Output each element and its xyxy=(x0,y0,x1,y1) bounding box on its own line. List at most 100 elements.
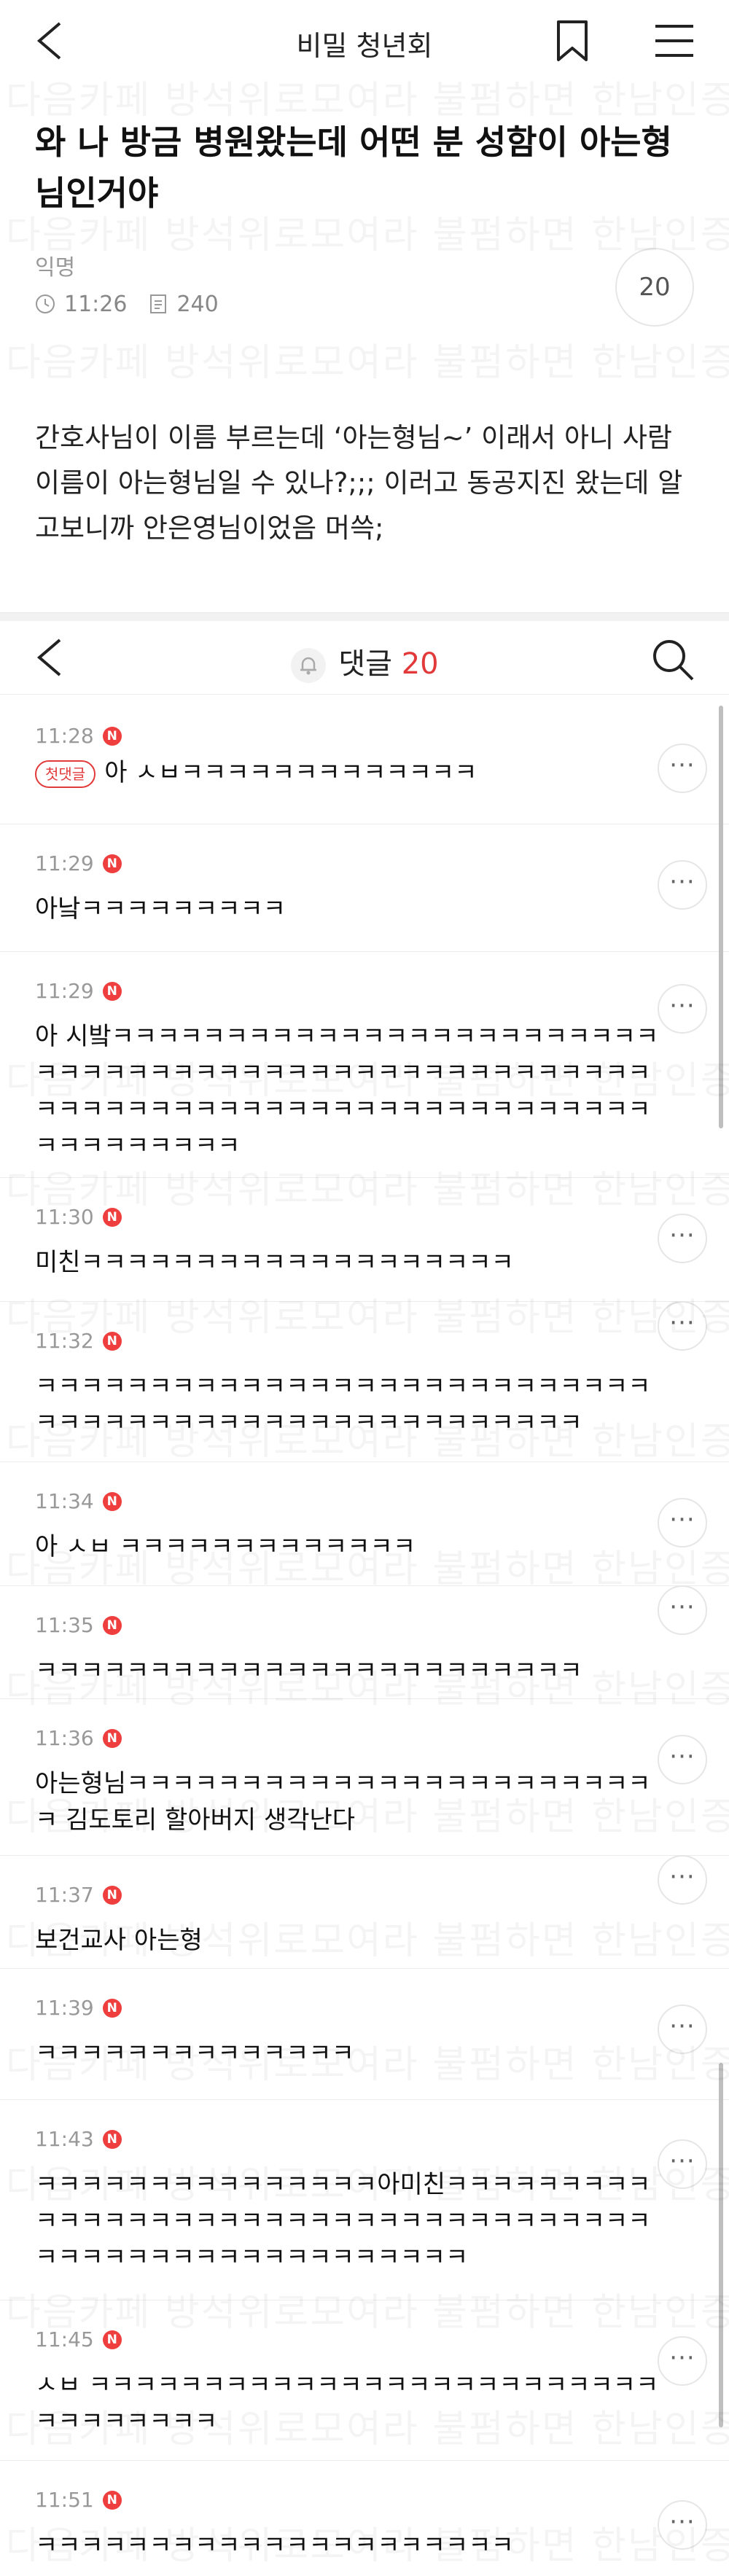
comment-time: 11:43 N xyxy=(35,2127,122,2151)
new-badge-icon: N xyxy=(102,2490,122,2510)
new-badge-icon: N xyxy=(102,854,122,873)
first-comment-badge: 첫댓글 xyxy=(35,760,96,788)
comment-text-wrap: 보건교사 아는형 xyxy=(35,1922,662,1959)
comments-title: 댓글 20 xyxy=(0,640,729,684)
comment-text: 아낰ㅋㅋㅋㅋㅋㅋㅋㅋㅋ xyxy=(35,894,286,924)
comment-text: 미친ㅋㅋㅋㅋㅋㅋㅋㅋㅋㅋㅋㅋㅋㅋㅋㅋㅋㅋㅋ xyxy=(35,1248,514,1277)
comment-time: 11:28 N xyxy=(35,724,122,748)
comment-text: ㅅㅂ ㅋㅋㅋㅋㅋㅋㅋㅋㅋㅋㅋㅋㅋㅋㅋㅋㅋㅋㅋㅋㅋㅋㅋㅋㅋㅋㅋㅋㅋㅋㅋㅋㅋ xyxy=(35,2370,659,2436)
comment-text: ㅋㅋㅋㅋㅋㅋㅋㅋㅋㅋㅋㅋㅋㅋㅋㅋㅋㅋㅋㅋㅋㅋㅋㅋㅋㅋㅋㅋㅋㅋㅋㅋㅋㅋㅋㅋㅋㅋㅋㅋ… xyxy=(35,1372,651,1437)
comment-time: 11:29 N xyxy=(35,979,122,1003)
bell-icon[interactable] xyxy=(290,647,327,684)
comment-text-wrap: ㅅㅂ ㅋㅋㅋㅋㅋㅋㅋㅋㅋㅋㅋㅋㅋㅋㅋㅋㅋㅋㅋㅋㅋㅋㅋㅋㅋㅋㅋㅋㅋㅋㅋㅋㅋ xyxy=(35,2367,662,2440)
comment-text: ㅋㅋㅋㅋㅋㅋㅋㅋㅋㅋㅋㅋㅋㅋㅋ아미친ㅋㅋㅋㅋㅋㅋㅋㅋㅋㅋㅋㅋㅋㅋㅋㅋㅋㅋㅋㅋㅋㅋ… xyxy=(35,2170,651,2272)
comment-time-text: 11:45 xyxy=(35,2327,94,2351)
more-options-button[interactable]: ··· xyxy=(658,860,707,910)
comment-text-wrap: 아 ㅅㅂ ㅋㅋㅋㅋㅋㅋㅋㅋㅋㅋㅋㅋㅋ xyxy=(35,1529,662,1565)
comment-text-wrap: ㅋㅋㅋㅋㅋㅋㅋㅋㅋㅋㅋㅋㅋㅋㅋㅋㅋㅋㅋㅋㅋㅋㅋㅋ xyxy=(35,1652,662,1689)
more-options-button[interactable]: ··· xyxy=(658,984,707,1034)
comment-text-wrap: 미친ㅋㅋㅋㅋㅋㅋㅋㅋㅋㅋㅋㅋㅋㅋㅋㅋㅋㅋㅋ xyxy=(35,1244,662,1281)
comment-time-text: 11:34 xyxy=(35,1489,94,1513)
comment-text: ㅋㅋㅋㅋㅋㅋㅋㅋㅋㅋㅋㅋㅋㅋ xyxy=(35,2039,354,2068)
comment-text: 보건교사 아는형 xyxy=(35,1926,203,1955)
comment-item: 11:35 N ㅋㅋㅋㅋㅋㅋㅋㅋㅋㅋㅋㅋㅋㅋㅋㅋㅋㅋㅋㅋㅋㅋㅋㅋ ··· xyxy=(0,1585,729,1699)
comment-item: 11:29 N 아낰ㅋㅋㅋㅋㅋㅋㅋㅋㅋ ··· xyxy=(0,824,729,952)
more-options-button[interactable]: ··· xyxy=(658,1585,707,1635)
top-bar: 비밀 청년회 xyxy=(0,0,729,80)
comment-time-text: 11:36 xyxy=(35,1726,94,1750)
comment-text-wrap: 아낰ㅋㅋㅋㅋㅋㅋㅋㅋㅋ xyxy=(35,891,662,927)
comment-item: 11:43 N ㅋㅋㅋㅋㅋㅋㅋㅋㅋㅋㅋㅋㅋㅋㅋ아미친ㅋㅋㅋㅋㅋㅋㅋㅋㅋㅋㅋㅋㅋㅋㅋㅋ… xyxy=(0,2099,729,2300)
comment-text: 아 시밬ㅋㅋㅋㅋㅋㅋㅋㅋㅋㅋㅋㅋㅋㅋㅋㅋㅋㅋㅋㅋㅋㅋㅋㅋㅋㅋㅋㅋㅋㅋㅋㅋㅋㅋㅋㅋ… xyxy=(35,1022,659,1160)
comment-text: 아 ㅅㅂㅋㅋㅋㅋㅋㅋㅋㅋㅋㅋㅋㅋㅋ xyxy=(104,758,477,787)
comment-text-wrap: ㅋㅋㅋㅋㅋㅋㅋㅋㅋㅋㅋㅋㅋㅋㅋㅋㅋㅋㅋㅋㅋㅋㅋㅋㅋㅋㅋㅋㅋㅋㅋㅋㅋㅋㅋㅋㅋㅋㅋㅋ… xyxy=(35,1368,662,1441)
more-options-button[interactable]: ··· xyxy=(658,1735,707,1784)
comment-time-text: 11:29 xyxy=(35,851,94,875)
comment-item: 11:28 N 첫댓글 아 ㅅㅂㅋㅋㅋㅋㅋㅋㅋㅋㅋㅋㅋㅋㅋ ··· xyxy=(0,696,729,824)
new-badge-icon: N xyxy=(102,1998,122,2018)
new-badge-icon: N xyxy=(102,981,122,1001)
post-body: 간호사님이 이름 부르는데 ‘아는형님~’ 이래서 아니 사람 이름이 아는형님… xyxy=(35,422,683,544)
comment-text-wrap: ㅋㅋㅋㅋㅋㅋㅋㅋㅋㅋㅋㅋㅋㅋㅋ아미친ㅋㅋㅋㅋㅋㅋㅋㅋㅋㅋㅋㅋㅋㅋㅋㅋㅋㅋㅋㅋㅋㅋ… xyxy=(35,2166,662,2276)
comment-time: 11:37 N xyxy=(35,1883,122,1907)
more-options-button[interactable]: ··· xyxy=(658,1301,707,1351)
comment-time-text: 11:43 xyxy=(35,2127,94,2151)
comment-item: 11:30 N 미친ㅋㅋㅋㅋㅋㅋㅋㅋㅋㅋㅋㅋㅋㅋㅋㅋㅋㅋㅋ ··· xyxy=(0,1177,729,1302)
menu-icon[interactable] xyxy=(652,22,696,60)
comment-text-wrap: ㅋㅋㅋㅋㅋㅋㅋㅋㅋㅋㅋㅋㅋㅋㅋㅋㅋㅋㅋㅋㅋ xyxy=(35,2527,662,2564)
comment-item: 11:51 N ㅋㅋㅋㅋㅋㅋㅋㅋㅋㅋㅋㅋㅋㅋㅋㅋㅋㅋㅋㅋㅋ ··· xyxy=(0,2460,729,2576)
comments-count: 20 xyxy=(401,647,439,681)
comments-label: 댓글 xyxy=(338,647,392,681)
watermark-text: 다음카페 방석위로모여라 불펌하면 한남인증 xyxy=(6,332,729,386)
new-badge-icon: N xyxy=(102,1491,122,1511)
more-options-button[interactable]: ··· xyxy=(658,2500,707,2550)
more-options-button[interactable]: ··· xyxy=(658,2139,707,2189)
new-badge-icon: N xyxy=(102,2129,122,2149)
comment-text-wrap: 아 시밬ㅋㅋㅋㅋㅋㅋㅋㅋㅋㅋㅋㅋㅋㅋㅋㅋㅋㅋㅋㅋㅋㅋㅋㅋㅋㅋㅋㅋㅋㅋㅋㅋㅋㅋㅋㅋ… xyxy=(35,1018,662,1164)
comment-time-text: 11:32 xyxy=(35,1329,94,1353)
new-badge-icon: N xyxy=(102,1331,122,1351)
post-views: 240 xyxy=(176,291,219,317)
comment-time-text: 11:51 xyxy=(35,2488,94,2512)
post-title: 와 나 방금 병원왔는데 어떤 분 성함이 아는형님인거야 xyxy=(35,122,672,213)
comment-text-wrap: 첫댓글 아 ㅅㅂㅋㅋㅋㅋㅋㅋㅋㅋㅋㅋㅋㅋㅋ xyxy=(35,754,662,791)
comment-count-button[interactable]: 20 xyxy=(615,248,694,327)
comment-time: 11:39 N xyxy=(35,1996,122,2020)
comment-item: 11:39 N ㅋㅋㅋㅋㅋㅋㅋㅋㅋㅋㅋㅋㅋㅋ ··· xyxy=(0,1968,729,2100)
more-options-button[interactable]: ··· xyxy=(658,1214,707,1263)
comment-time: 11:29 N xyxy=(35,851,122,875)
search-icon[interactable] xyxy=(650,637,695,682)
new-badge-icon: N xyxy=(102,1207,122,1227)
comment-time: 11:35 N xyxy=(35,1613,122,1637)
comment-time: 11:34 N xyxy=(35,1489,122,1513)
comment-time: 11:36 N xyxy=(35,1726,122,1750)
comment-text-wrap: ㅋㅋㅋㅋㅋㅋㅋㅋㅋㅋㅋㅋㅋㅋ xyxy=(35,2035,662,2072)
new-badge-icon: N xyxy=(102,726,122,746)
more-options-button[interactable]: ··· xyxy=(658,743,707,793)
comment-time-text: 11:30 xyxy=(35,1205,94,1229)
scrollbar-bottom[interactable] xyxy=(719,2063,723,2427)
comment-time: 11:30 N xyxy=(35,1205,122,1229)
comment-text: 아는형님ㅋㅋㅋㅋㅋㅋㅋㅋㅋㅋㅋㅋㅋㅋㅋㅋㅋㅋㅋㅋㅋㅋㅋㅋ 김도토리 할아버지 생… xyxy=(35,1769,651,1835)
comment-item: 11:29 N 아 시밬ㅋㅋㅋㅋㅋㅋㅋㅋㅋㅋㅋㅋㅋㅋㅋㅋㅋㅋㅋㅋㅋㅋㅋㅋㅋㅋㅋㅋㅋㅋ… xyxy=(0,951,729,1178)
new-badge-icon: N xyxy=(102,2330,122,2349)
more-options-button[interactable]: ··· xyxy=(658,1855,707,1905)
comment-item: 11:45 N ㅅㅂ ㅋㅋㅋㅋㅋㅋㅋㅋㅋㅋㅋㅋㅋㅋㅋㅋㅋㅋㅋㅋㅋㅋㅋㅋㅋㅋㅋㅋㅋㅋㅋ… xyxy=(0,2300,729,2461)
more-options-button[interactable]: ··· xyxy=(658,2336,707,2386)
more-options-button[interactable]: ··· xyxy=(658,2005,707,2054)
comment-item: 11:37 N 보건교사 아는형 ··· xyxy=(0,1855,729,1969)
post-meta: 11:26 240 xyxy=(35,289,219,319)
comment-time: 11:45 N xyxy=(35,2327,122,2351)
comment-item: 11:34 N 아 ㅅㅂ ㅋㅋㅋㅋㅋㅋㅋㅋㅋㅋㅋㅋㅋ ··· xyxy=(0,1461,729,1586)
bookmark-icon[interactable] xyxy=(554,19,590,63)
views-icon xyxy=(150,294,167,313)
comment-text: 아 ㅅㅂ ㅋㅋㅋㅋㅋㅋㅋㅋㅋㅋㅋㅋㅋ xyxy=(35,1532,416,1561)
more-options-button[interactable]: ··· xyxy=(658,1498,707,1547)
post-author[interactable]: 익명 xyxy=(35,249,75,281)
comment-time: 11:32 N xyxy=(35,1329,122,1353)
comment-time-text: 11:35 xyxy=(35,1613,94,1637)
comment-text-wrap: 아는형님ㅋㅋㅋㅋㅋㅋㅋㅋㅋㅋㅋㅋㅋㅋㅋㅋㅋㅋㅋㅋㅋㅋㅋㅋ 김도토리 할아버지 생… xyxy=(35,1765,662,1838)
scrollbar-top[interactable] xyxy=(719,706,723,1128)
comment-item: 11:36 N 아는형님ㅋㅋㅋㅋㅋㅋㅋㅋㅋㅋㅋㅋㅋㅋㅋㅋㅋㅋㅋㅋㅋㅋㅋㅋ 김도토리 … xyxy=(0,1698,729,1856)
new-badge-icon: N xyxy=(102,1615,122,1635)
